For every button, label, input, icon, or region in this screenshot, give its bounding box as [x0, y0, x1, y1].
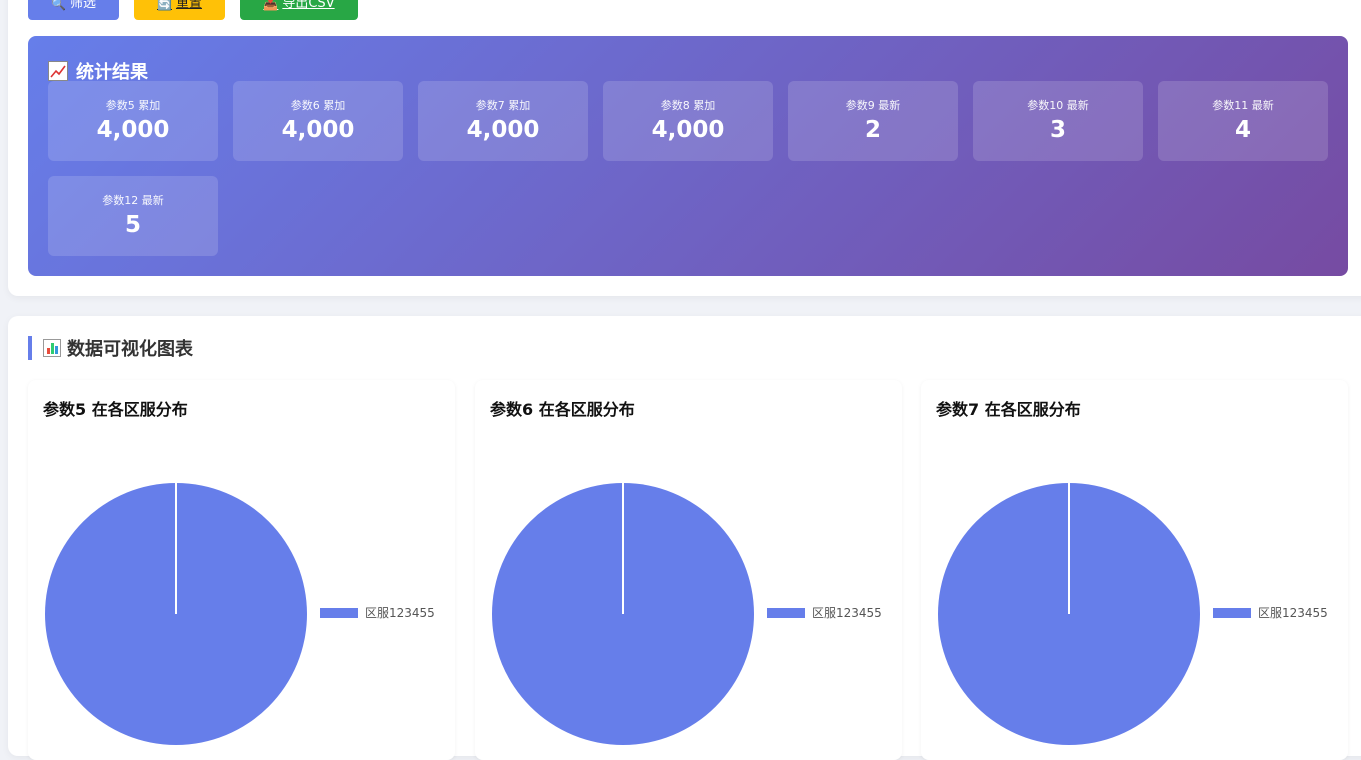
- stat-value: 4: [1234, 117, 1251, 143]
- stat-label: 参数6 累加: [290, 99, 346, 112]
- bar-chart-icon: [43, 339, 61, 357]
- magnifier-icon: 🔍: [51, 0, 66, 11]
- pie-chart: 区服123455: [938, 483, 1328, 745]
- stat-card: 参数10 最新 3: [973, 81, 1143, 161]
- legend-swatch: [1213, 608, 1251, 618]
- stat-value: 2: [864, 117, 881, 143]
- export-csv-button[interactable]: 📥 导出CSV: [240, 0, 358, 20]
- stat-label: 参数8 累加: [660, 99, 716, 112]
- reset-button-label: 重置: [175, 0, 202, 11]
- stat-card: 参数7 累加 4,000: [418, 81, 588, 161]
- filter-button-label: 筛选: [69, 0, 96, 11]
- section-title-text: 数据可视化图表: [67, 339, 193, 360]
- chart-card: 参数5 在各区服分布 区服123455: [28, 380, 455, 760]
- chart-card: 参数7 在各区服分布 区服123455: [921, 380, 1348, 760]
- stat-value: 3: [1049, 117, 1066, 143]
- stats-panel: 统计结果 参数5 累加 4,000 参数6 累加 4,000 参数7 累加 4,…: [28, 36, 1348, 276]
- download-icon: 📥: [263, 0, 279, 11]
- stat-value: 4,000: [281, 117, 355, 143]
- chart-card: 参数6 在各区服分布 区服123455: [475, 380, 902, 760]
- stat-value: 4,000: [466, 117, 540, 143]
- stat-card: 参数9 最新 2: [788, 81, 958, 161]
- stat-value: 5: [124, 212, 141, 238]
- stat-label: 参数11 最新: [1212, 99, 1274, 112]
- stat-label: 参数5 累加: [105, 99, 161, 112]
- stat-card: 参数11 最新 4: [1158, 81, 1328, 161]
- charts-card: 数据可视化图表 参数5 在各区服分布 区服123455 参数6 在各区服分布 区…: [8, 316, 1361, 760]
- refresh-icon: 🔄: [157, 0, 172, 11]
- reset-button[interactable]: 🔄 重置: [134, 0, 225, 20]
- stat-label: 参数7 累加: [475, 99, 531, 112]
- stat-value: 4,000: [96, 117, 170, 143]
- legend-swatch: [767, 608, 805, 618]
- stat-label: 参数12 最新: [102, 194, 164, 207]
- stat-card: 参数5 累加 4,000: [48, 81, 218, 161]
- stat-value: 4,000: [651, 117, 725, 143]
- stat-label: 参数9 最新: [845, 99, 901, 112]
- stat-card: 参数6 累加 4,000: [233, 81, 403, 161]
- legend-label: 区服123455: [812, 606, 882, 620]
- stat-card: 参数8 累加 4,000: [603, 81, 773, 161]
- section-title: 数据可视化图表: [28, 336, 193, 360]
- legend-swatch: [320, 608, 358, 618]
- pie-chart: 区服123455: [492, 483, 882, 745]
- trend-chart-icon: [48, 61, 68, 81]
- stat-card: 参数12 最新 5: [48, 176, 218, 256]
- export-button-label: 导出CSV: [282, 0, 335, 11]
- legend-label: 区服123455: [1258, 606, 1328, 620]
- stat-label: 参数10 最新: [1027, 99, 1089, 112]
- legend-label: 区服123455: [365, 606, 435, 620]
- pie-chart: 区服123455: [45, 483, 435, 745]
- filter-button[interactable]: 🔍 筛选: [28, 0, 119, 20]
